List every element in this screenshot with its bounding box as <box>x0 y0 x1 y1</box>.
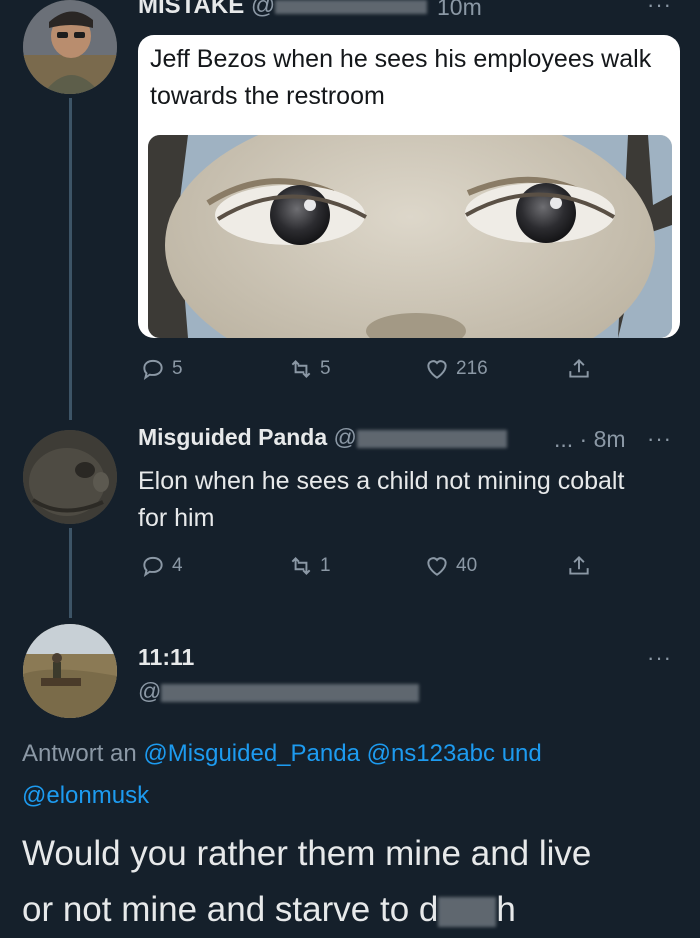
author-handle[interactable]: @ <box>138 678 420 705</box>
share-icon <box>569 358 589 378</box>
reply-to-line: Antwort an @Misguided_Panda @ns123abc un… <box>22 733 682 817</box>
more-options-icon[interactable]: ··· <box>647 645 672 671</box>
reply-count: 4 <box>172 555 183 576</box>
thread-line <box>69 528 72 618</box>
retweet-icon <box>291 557 311 575</box>
author-handle[interactable]: @ <box>251 0 275 19</box>
heart-icon <box>427 360 447 379</box>
reply-button[interactable]: 4 <box>140 553 183 579</box>
share-button[interactable] <box>566 553 592 579</box>
media-card[interactable]: Jeff Bezos when he sees his employees wa… <box>138 35 680 338</box>
retweet-icon <box>291 360 311 378</box>
reply-icon <box>143 359 163 380</box>
redacted-handle <box>161 683 420 702</box>
redacted-handle <box>275 0 428 14</box>
like-button[interactable]: 216 <box>424 356 488 382</box>
reply-button[interactable]: 5 <box>140 356 183 382</box>
author-name-text[interactable]: MISTAKE <box>138 0 244 19</box>
reply-icon <box>143 556 163 577</box>
thread-line <box>69 98 72 420</box>
reply-count: 5 <box>172 358 183 379</box>
author-name[interactable]: Misguided Panda @ <box>138 424 507 451</box>
avatar[interactable] <box>23 0 117 94</box>
meme-image[interactable] <box>148 135 672 338</box>
heart-icon <box>427 557 447 576</box>
card-caption: Jeff Bezos when he sees his employees wa… <box>150 45 652 110</box>
tweet-time[interactable]: ... · 8m <box>554 426 626 453</box>
like-count: 40 <box>456 555 478 576</box>
avatar[interactable] <box>23 430 117 524</box>
tweet-text-line-2-start: or not mine and starve to d <box>22 890 439 929</box>
retweet-count: 1 <box>320 555 331 576</box>
tweet-text-line-2-end: h <box>496 890 516 929</box>
retweet-count: 5 <box>320 358 331 379</box>
redacted-handle <box>356 429 507 448</box>
redacted-word <box>438 896 497 927</box>
retweet-button[interactable]: 1 <box>288 553 331 579</box>
more-options-icon[interactable]: ··· <box>647 426 672 452</box>
share-icon <box>569 555 589 575</box>
retweet-button[interactable]: 5 <box>288 356 331 382</box>
author-name[interactable]: MISTAKE @ <box>138 0 428 20</box>
author-name[interactable]: 11:11 <box>138 644 194 671</box>
tweet-text-line-1: Would you rather them mine and live <box>22 834 592 873</box>
reply-to-user-elonmusk[interactable]: @elonmusk <box>22 782 149 809</box>
avatar[interactable] <box>23 624 117 718</box>
author-name-text[interactable]: Misguided Panda <box>138 424 327 450</box>
tweet-text: Elon when he sees a child not mining cob… <box>138 467 625 532</box>
author-handle[interactable]: @ <box>334 424 357 450</box>
more-options-icon[interactable]: ··· <box>647 0 672 18</box>
share-button[interactable] <box>566 356 592 382</box>
like-count: 216 <box>456 358 488 379</box>
like-button[interactable]: 40 <box>424 553 477 579</box>
tweet-time[interactable]: 10m <box>437 0 482 21</box>
author-handle-text[interactable]: @ <box>138 678 161 704</box>
reply-to-prefix: Antwort an <box>22 740 137 767</box>
tweet-text: Would you rather them mine and live or n… <box>22 826 692 938</box>
reply-to-users[interactable]: @Misguided_Panda @ns123abc und <box>143 740 541 767</box>
